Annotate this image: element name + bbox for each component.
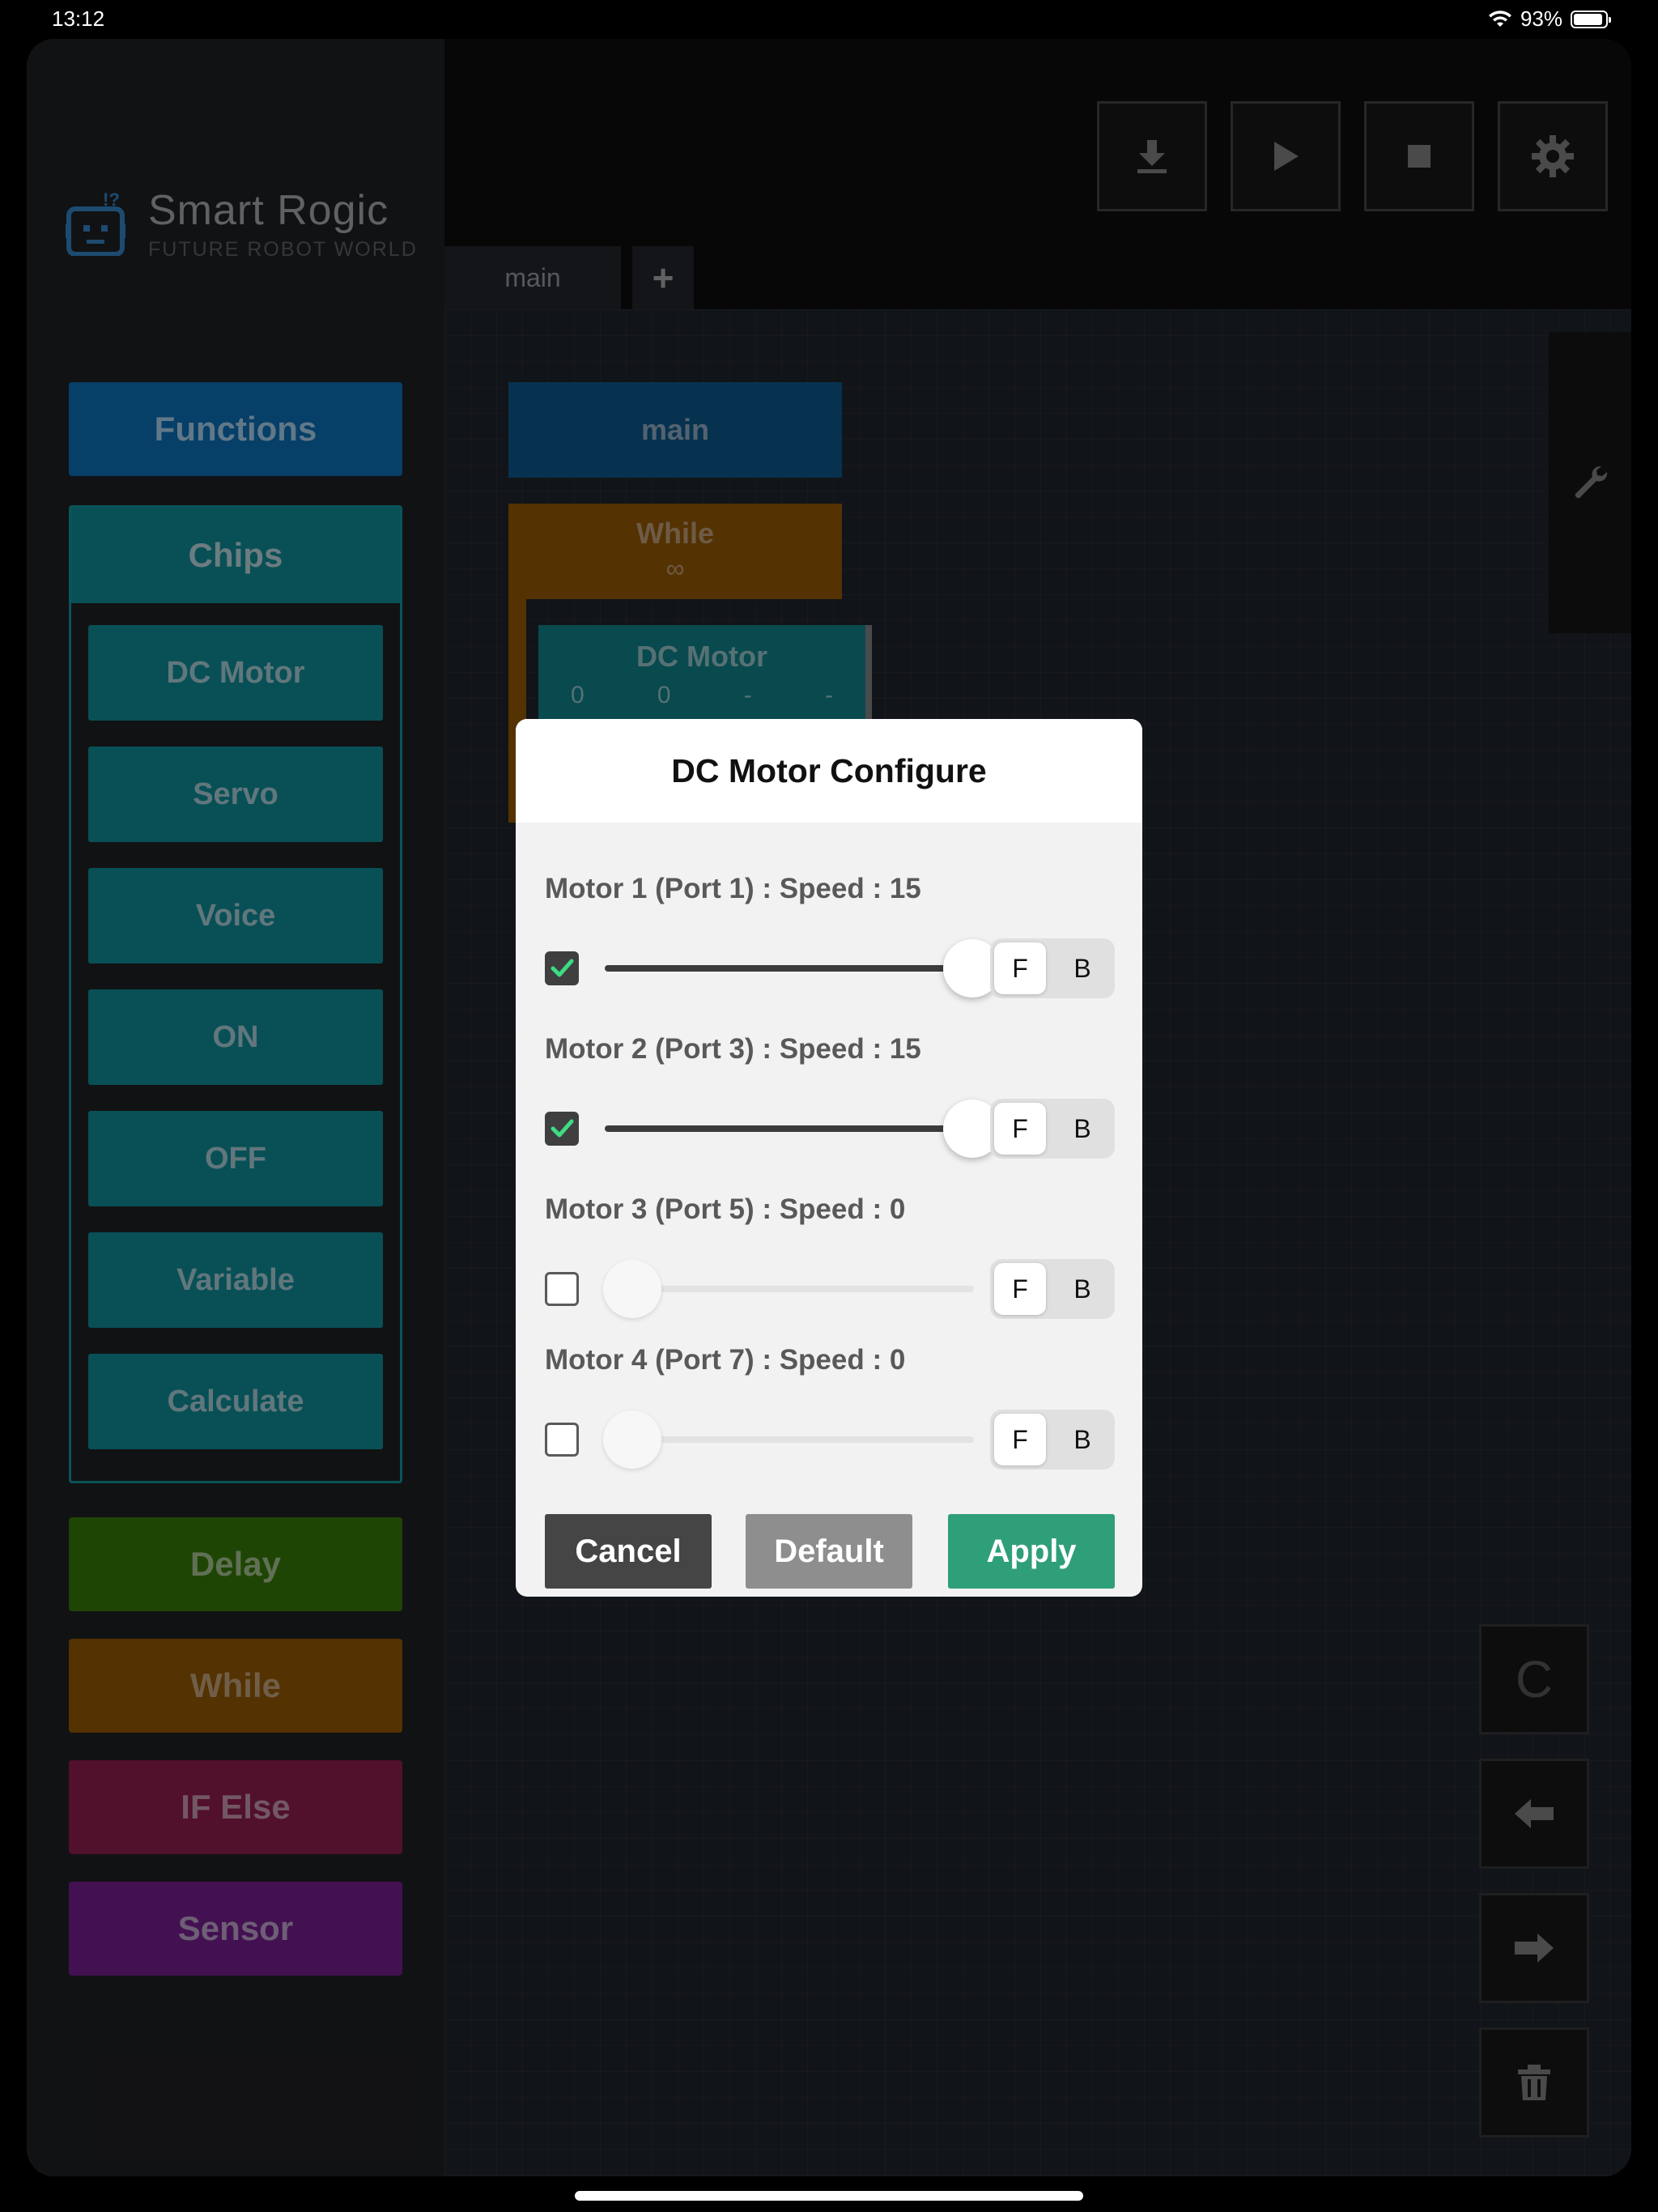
motor-1-checkbox[interactable] [545, 951, 579, 985]
status-right: 93% [1488, 6, 1611, 32]
cancel-button[interactable]: Cancel [545, 1514, 712, 1589]
motor-4-slider-thumb[interactable] [603, 1410, 661, 1469]
motor-2-backward[interactable]: B [1056, 1103, 1108, 1155]
motor-2-slider[interactable] [605, 1125, 974, 1132]
motor-1-slider[interactable] [605, 965, 974, 972]
dc-motor-config-dialog: DC Motor Configure Motor 1 (Port 1) : Sp… [516, 719, 1142, 1597]
motor-1-backward[interactable]: B [1056, 942, 1108, 994]
motor-3-label: Motor 3 (Port 5) : Speed : 0 [545, 1193, 906, 1225]
motor-3-direction: F B [990, 1259, 1115, 1319]
check-icon [551, 1119, 574, 1138]
motor-2-direction: F B [990, 1099, 1115, 1159]
motor-4-direction: F B [990, 1410, 1115, 1470]
motor-4-label: Motor 4 (Port 7) : Speed : 0 [545, 1344, 906, 1376]
check-icon [551, 959, 574, 977]
motor-2-checkbox[interactable] [545, 1112, 579, 1146]
motor-1-forward[interactable]: F [994, 942, 1046, 994]
apply-button[interactable]: Apply [948, 1514, 1115, 1589]
default-button[interactable]: Default [746, 1514, 912, 1589]
motor-2-forward[interactable]: F [994, 1103, 1046, 1155]
motor-3-slider-thumb[interactable] [603, 1260, 661, 1318]
status-bar: 13:12 93% [0, 0, 1658, 39]
motor-2-label: Motor 2 (Port 3) : Speed : 15 [545, 1033, 921, 1065]
motor-1-label: Motor 1 (Port 1) : Speed : 15 [545, 873, 921, 904]
motor-1-direction: F B [990, 938, 1115, 998]
home-indicator[interactable] [575, 2191, 1083, 2201]
motor-3-backward[interactable]: B [1056, 1263, 1108, 1315]
battery-percent: 93% [1520, 6, 1562, 31]
wifi-icon [1488, 10, 1511, 27]
motor-3-forward[interactable]: F [994, 1263, 1046, 1315]
motor-3-checkbox[interactable] [545, 1272, 579, 1306]
battery-icon [1571, 10, 1611, 28]
motor-4-checkbox[interactable] [545, 1423, 579, 1457]
motor-4-forward[interactable]: F [994, 1414, 1046, 1465]
status-time: 13:12 [52, 6, 105, 31]
dialog-title: DC Motor Configure [516, 719, 1142, 823]
motor-4-backward[interactable]: B [1056, 1414, 1108, 1465]
